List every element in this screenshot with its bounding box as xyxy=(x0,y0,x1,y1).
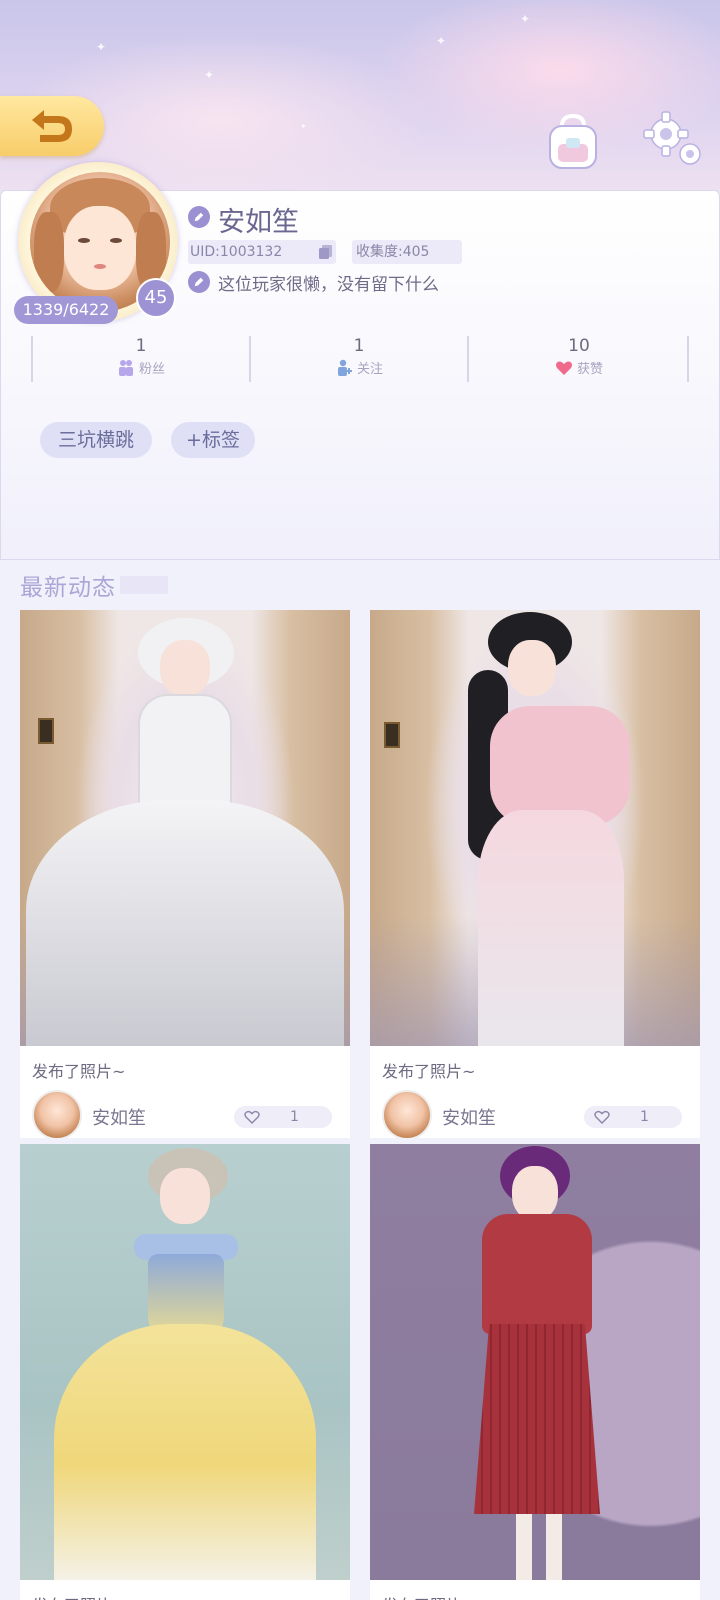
post-caption: 发布了照片~ xyxy=(382,1592,475,1600)
like-count: 1 xyxy=(290,1109,299,1125)
profile-name: 安如笙 xyxy=(218,207,299,238)
follow-icon xyxy=(337,359,352,376)
stats-divider xyxy=(687,336,689,382)
author-name[interactable]: 安如笙 xyxy=(442,1104,496,1130)
heart-outline-icon xyxy=(594,1110,610,1124)
edit-bio-icon[interactable] xyxy=(188,271,210,293)
level-badge: 45 xyxy=(136,278,176,318)
copy-icon[interactable] xyxy=(318,244,334,260)
stats-divider xyxy=(249,336,251,382)
fans-label: 粉丝 xyxy=(138,362,165,377)
back-button[interactable] xyxy=(0,96,104,156)
gear-icon xyxy=(643,111,701,165)
stat-likes[interactable]: 10 获赞 xyxy=(489,336,669,381)
stat-fans[interactable]: 1 粉丝 xyxy=(51,336,231,381)
post-photo[interactable] xyxy=(20,610,350,1046)
profile-bio: 这位玩家很懒，没有留下什么 xyxy=(218,275,439,295)
following-label: 关注 xyxy=(356,362,383,377)
post-photo[interactable] xyxy=(370,1144,700,1580)
feed-post[interactable]: 发布了照片~ 安如笙 1 xyxy=(20,610,350,1138)
feed-post[interactable]: 发布了照片~ xyxy=(370,1144,700,1600)
backpack-icon xyxy=(549,113,597,169)
edit-name-icon[interactable] xyxy=(188,206,210,228)
uid-label: UID:1003132 xyxy=(188,240,336,264)
feed-post[interactable]: 发布了照片~ xyxy=(20,1144,350,1600)
backpack-button[interactable] xyxy=(544,112,602,172)
like-button[interactable]: 1 xyxy=(234,1106,332,1128)
likes-count: 10 xyxy=(568,336,590,356)
fans-count: 1 xyxy=(135,336,147,356)
author-name[interactable]: 安如笙 xyxy=(92,1104,146,1130)
fans-icon xyxy=(118,359,133,376)
settings-button[interactable] xyxy=(640,110,706,170)
collection-score: 收集度:405 xyxy=(352,240,462,264)
post-caption: 发布了照片~ xyxy=(32,1592,125,1600)
author-avatar[interactable] xyxy=(32,1090,82,1138)
heart-icon xyxy=(555,361,572,375)
post-caption: 发布了照片~ xyxy=(382,1062,476,1081)
following-count: 1 xyxy=(353,336,365,356)
stat-following[interactable]: 1 关注 xyxy=(269,336,449,381)
post-caption: 发布了照片~ xyxy=(32,1062,126,1081)
profile-tag[interactable]: 三坑横跳 xyxy=(40,422,152,458)
heart-outline-icon xyxy=(244,1110,260,1124)
avatar-progress-pill: 1339/6422 xyxy=(14,296,118,324)
section-title-decoration xyxy=(120,576,168,594)
post-photo[interactable] xyxy=(370,610,700,1046)
author-avatar[interactable] xyxy=(382,1090,432,1138)
like-count: 1 xyxy=(640,1109,649,1125)
feed-post[interactable]: 发布了照片~ 安如笙 1 xyxy=(370,610,700,1138)
add-tag-button[interactable]: +标签 xyxy=(171,422,255,458)
stats-divider xyxy=(467,336,469,382)
feed-section-title: 最新动态 xyxy=(20,575,116,601)
likes-label: 获赞 xyxy=(576,362,603,377)
back-arrow-icon xyxy=(32,110,72,142)
post-photo[interactable] xyxy=(20,1144,350,1580)
like-button[interactable]: 1 xyxy=(584,1106,682,1128)
stats-divider xyxy=(31,336,33,382)
